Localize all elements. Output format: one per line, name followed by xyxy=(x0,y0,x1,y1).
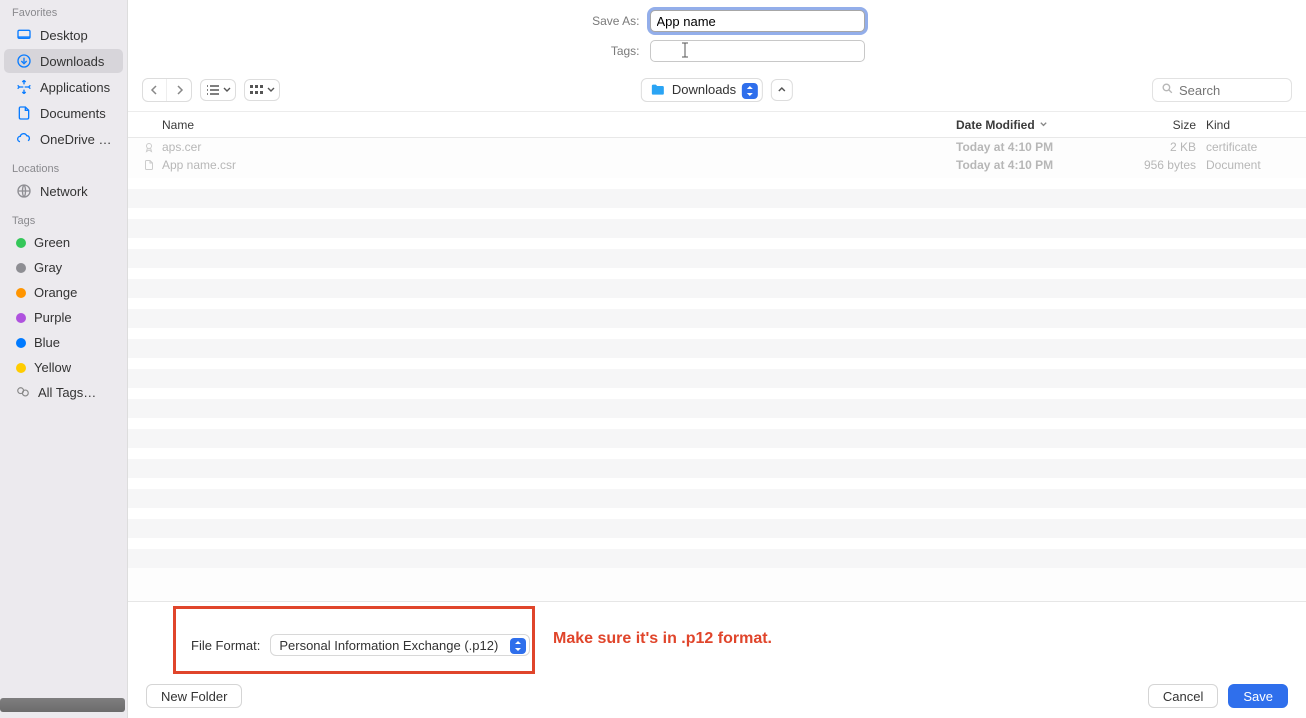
sidebar-all-tags[interactable]: All Tags… xyxy=(4,381,123,404)
sidebar-item-label: Applications xyxy=(40,80,110,95)
sidebar-item-label: Network xyxy=(40,184,88,199)
new-folder-button[interactable]: New Folder xyxy=(146,684,242,708)
view-grid-button[interactable] xyxy=(244,79,280,101)
onedrive-icon xyxy=(16,131,32,147)
downloads-icon xyxy=(16,53,32,69)
sidebar-item-label: Blue xyxy=(34,335,60,350)
sidebar-tag-gray[interactable]: Gray xyxy=(4,256,123,279)
sidebar-tag-blue[interactable]: Blue xyxy=(4,331,123,354)
file-format-label: File Format: xyxy=(191,638,260,653)
sidebar: Favorites Desktop Downloads Applications… xyxy=(0,0,128,718)
location-popup-button[interactable]: Downloads xyxy=(641,78,763,102)
col-name-header[interactable]: Name xyxy=(162,118,956,132)
search-box[interactable] xyxy=(1152,78,1292,102)
sidebar-section-favorites: Favorites xyxy=(0,4,127,22)
toolbar: Downloads xyxy=(128,68,1306,112)
annotation-text: Make sure it's in .p12 format. xyxy=(553,630,772,648)
empty-rows xyxy=(128,174,1306,568)
collapse-button[interactable] xyxy=(771,79,793,101)
folder-icon xyxy=(650,82,666,98)
sidebar-item-label: OneDrive -… xyxy=(40,132,113,147)
network-icon xyxy=(16,183,32,199)
sidebar-item-applications[interactable]: Applications xyxy=(4,75,123,99)
chevron-down-icon xyxy=(267,86,275,94)
location-label: Downloads xyxy=(672,82,736,97)
save-as-input[interactable] xyxy=(650,10,865,32)
table-row[interactable]: aps.cer Today at 4:10 PM 2 KB certificat… xyxy=(128,138,1306,156)
sidebar-item-label: All Tags… xyxy=(38,385,96,400)
tag-dot-icon xyxy=(16,363,26,373)
desktop-icon xyxy=(16,27,32,43)
sidebar-tag-orange[interactable]: Orange xyxy=(4,281,123,304)
tag-dot-icon xyxy=(16,338,26,348)
cell-kind: Document xyxy=(1206,158,1306,172)
applications-icon xyxy=(16,79,32,95)
cancel-button[interactable]: Cancel xyxy=(1148,684,1218,708)
nav-back-button[interactable] xyxy=(143,79,167,101)
file-format-value: Personal Information Exchange (.p12) xyxy=(279,638,498,653)
sidebar-tag-yellow[interactable]: Yellow xyxy=(4,356,123,379)
tag-dot-icon xyxy=(16,263,26,273)
bottom-panel: File Format: Personal Information Exchan… xyxy=(128,601,1306,718)
sidebar-item-label: Desktop xyxy=(40,28,88,43)
sidebar-item-label: Orange xyxy=(34,285,77,300)
save-form: Save As: Tags: xyxy=(128,0,1306,68)
tags-label: Tags: xyxy=(570,44,640,58)
sidebar-item-label: Documents xyxy=(40,106,106,121)
sidebar-item-desktop[interactable]: Desktop xyxy=(4,23,123,47)
cell-date: Today at 4:10 PM xyxy=(956,140,1116,154)
sidebar-item-label: Yellow xyxy=(34,360,71,375)
col-size-header[interactable]: Size xyxy=(1116,118,1206,132)
sidebar-section-tags: Tags xyxy=(0,212,127,230)
cell-kind: certificate xyxy=(1206,140,1306,154)
tag-dot-icon xyxy=(16,238,26,248)
sidebar-tag-purple[interactable]: Purple xyxy=(4,306,123,329)
table-header: Name Date Modified Size Kind xyxy=(128,112,1306,138)
sidebar-item-label: Green xyxy=(34,235,70,250)
save-as-label: Save As: xyxy=(570,14,640,28)
table-row[interactable]: App name.csr Today at 4:10 PM 956 bytes … xyxy=(128,156,1306,174)
cell-name: App name.csr xyxy=(162,158,956,172)
nav-back-forward xyxy=(142,78,192,102)
sidebar-item-documents[interactable]: Documents xyxy=(4,101,123,125)
file-format-select[interactable]: Personal Information Exchange (.p12) xyxy=(270,634,530,656)
sidebar-item-onedrive[interactable]: OneDrive -… xyxy=(4,127,123,151)
search-icon xyxy=(1161,82,1174,98)
updown-arrows-icon xyxy=(510,638,526,654)
sidebar-tag-green[interactable]: Green xyxy=(4,231,123,254)
tag-dot-icon xyxy=(16,288,26,298)
documents-icon xyxy=(16,105,32,121)
col-kind-header[interactable]: Kind xyxy=(1206,118,1306,132)
col-date-header[interactable]: Date Modified xyxy=(956,118,1116,132)
save-button[interactable]: Save xyxy=(1228,684,1288,708)
nav-forward-button[interactable] xyxy=(167,79,191,101)
cell-size: 956 bytes xyxy=(1116,158,1206,172)
search-input[interactable] xyxy=(1179,83,1283,98)
sidebar-item-label: Gray xyxy=(34,260,62,275)
tag-dot-icon xyxy=(16,313,26,323)
updown-arrows-icon xyxy=(742,83,758,99)
view-list-button[interactable] xyxy=(200,79,236,101)
cell-name: aps.cer xyxy=(162,140,956,154)
sidebar-section-locations: Locations xyxy=(0,160,127,178)
file-browser: Name Date Modified Size Kind aps.cer Tod… xyxy=(128,112,1306,601)
sidebar-item-label: Downloads xyxy=(40,54,104,69)
cell-date: Today at 4:10 PM xyxy=(956,158,1116,172)
cell-size: 2 KB xyxy=(1116,140,1206,154)
dock-shadow xyxy=(0,698,125,712)
sort-chevron-icon xyxy=(1039,120,1048,129)
sidebar-item-network[interactable]: Network xyxy=(4,179,123,203)
text-cursor-icon xyxy=(680,41,686,57)
all-tags-icon xyxy=(16,386,30,400)
chevron-down-icon xyxy=(223,86,231,94)
document-file-icon xyxy=(142,158,156,172)
sidebar-item-label: Purple xyxy=(34,310,72,325)
sidebar-item-downloads[interactable]: Downloads xyxy=(4,49,123,73)
certificate-file-icon xyxy=(142,140,156,154)
main-panel: Save As: Tags: xyxy=(128,0,1306,718)
